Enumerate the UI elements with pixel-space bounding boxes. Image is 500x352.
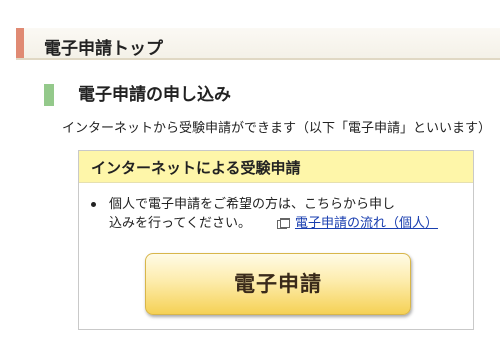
section-heading-text: 電子申請の申し込み — [78, 85, 231, 105]
flow-link-wrap: 電子申請の流れ（個人） — [276, 216, 438, 231]
page-title-bar: 電子申請トップ — [16, 28, 500, 60]
electronic-application-button[interactable]: 電子申請 — [145, 253, 411, 315]
instruction-line-1: 個人で電子申請をご希望の方は、こちらから申し — [109, 197, 396, 212]
application-box-title: インターネットによる受験申請 — [91, 159, 301, 177]
bullet-icon — [91, 202, 96, 207]
application-box-header: インターネットによる受験申請 — [79, 151, 473, 183]
new-window-icon — [276, 218, 290, 229]
application-flow-link[interactable]: 電子申請の流れ（個人） — [295, 216, 438, 231]
list-item: 個人で電子申請をご希望の方は、こちらから申し 込みを行ってください。 電子申請の流… — [89, 195, 459, 233]
instruction-line-2-row: 込みを行ってください。 電子申請の流れ（個人） — [109, 214, 459, 233]
application-box: インターネットによる受験申請 個人で電子申請をご希望の方は、こちらから申し 込み… — [78, 150, 474, 330]
instruction-line-2: 込みを行ってください。 — [109, 216, 251, 231]
title-accent-bar — [16, 28, 24, 58]
intro-text: インターネットから受験申請ができます（以下「電子申請」といいます） — [62, 121, 492, 136]
electronic-application-button-label: 電子申請 — [234, 272, 322, 296]
section-accent-bar — [44, 84, 54, 106]
page-title: 電子申請トップ — [44, 39, 163, 59]
instruction-list: 個人で電子申請をご希望の方は、こちらから申し 込みを行ってください。 電子申請の流… — [89, 195, 459, 233]
page: 電子申請トップ 電子申請の申し込み インターネットから受験申請ができます（以下「… — [0, 0, 500, 352]
